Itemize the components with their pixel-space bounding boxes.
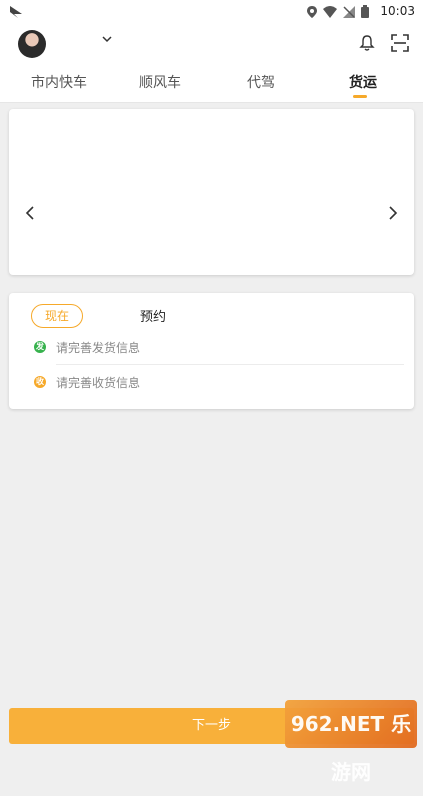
bell-icon[interactable] xyxy=(359,34,375,52)
scan-icon[interactable] xyxy=(391,34,409,52)
tab-designated-driver[interactable]: 代驾 xyxy=(206,72,316,92)
status-bar: 10:03 xyxy=(0,0,423,24)
service-tabs: 市内快车 顺风车 代驾 货运 xyxy=(0,72,423,98)
status-time: 10:03 xyxy=(380,4,415,18)
banner-carousel[interactable] xyxy=(9,109,414,275)
site-watermark: 962.NET 乐游网 xyxy=(285,700,417,784)
signal-off-icon xyxy=(343,5,355,18)
avatar[interactable] xyxy=(18,30,46,58)
receiver-info-row[interactable]: 收 请完善收货信息 xyxy=(34,372,140,392)
reserve-button[interactable]: 预约 xyxy=(140,306,166,325)
wifi-icon xyxy=(323,5,337,18)
status-icons xyxy=(307,5,369,18)
now-button[interactable]: 现在 xyxy=(31,304,83,328)
tab-freight[interactable]: 货运 xyxy=(308,72,418,92)
tab-city-express[interactable]: 市内快车 xyxy=(4,72,114,92)
location-icon xyxy=(307,5,317,18)
receive-badge: 收 xyxy=(34,376,46,388)
tab-hitch-ride[interactable]: 顺风车 xyxy=(105,72,215,92)
chevron-left-icon[interactable] xyxy=(25,206,35,220)
app-logo-icon xyxy=(10,6,22,18)
freight-order-card: 现在 预约 发 请完善发货信息 收 请完善收货信息 xyxy=(9,293,414,409)
sender-info-row[interactable]: 发 请完善发货信息 xyxy=(34,337,140,357)
chevron-right-icon[interactable] xyxy=(388,206,398,220)
battery-icon xyxy=(361,5,369,18)
sender-placeholder: 请完善发货信息 xyxy=(56,340,141,355)
receiver-placeholder: 请完善收货信息 xyxy=(56,375,141,390)
send-badge: 发 xyxy=(34,341,46,353)
chevron-down-icon[interactable] xyxy=(101,34,113,44)
header: 市内快车 顺风车 代驾 货运 xyxy=(0,24,423,103)
active-tab-indicator xyxy=(353,95,367,98)
divider xyxy=(56,364,404,365)
